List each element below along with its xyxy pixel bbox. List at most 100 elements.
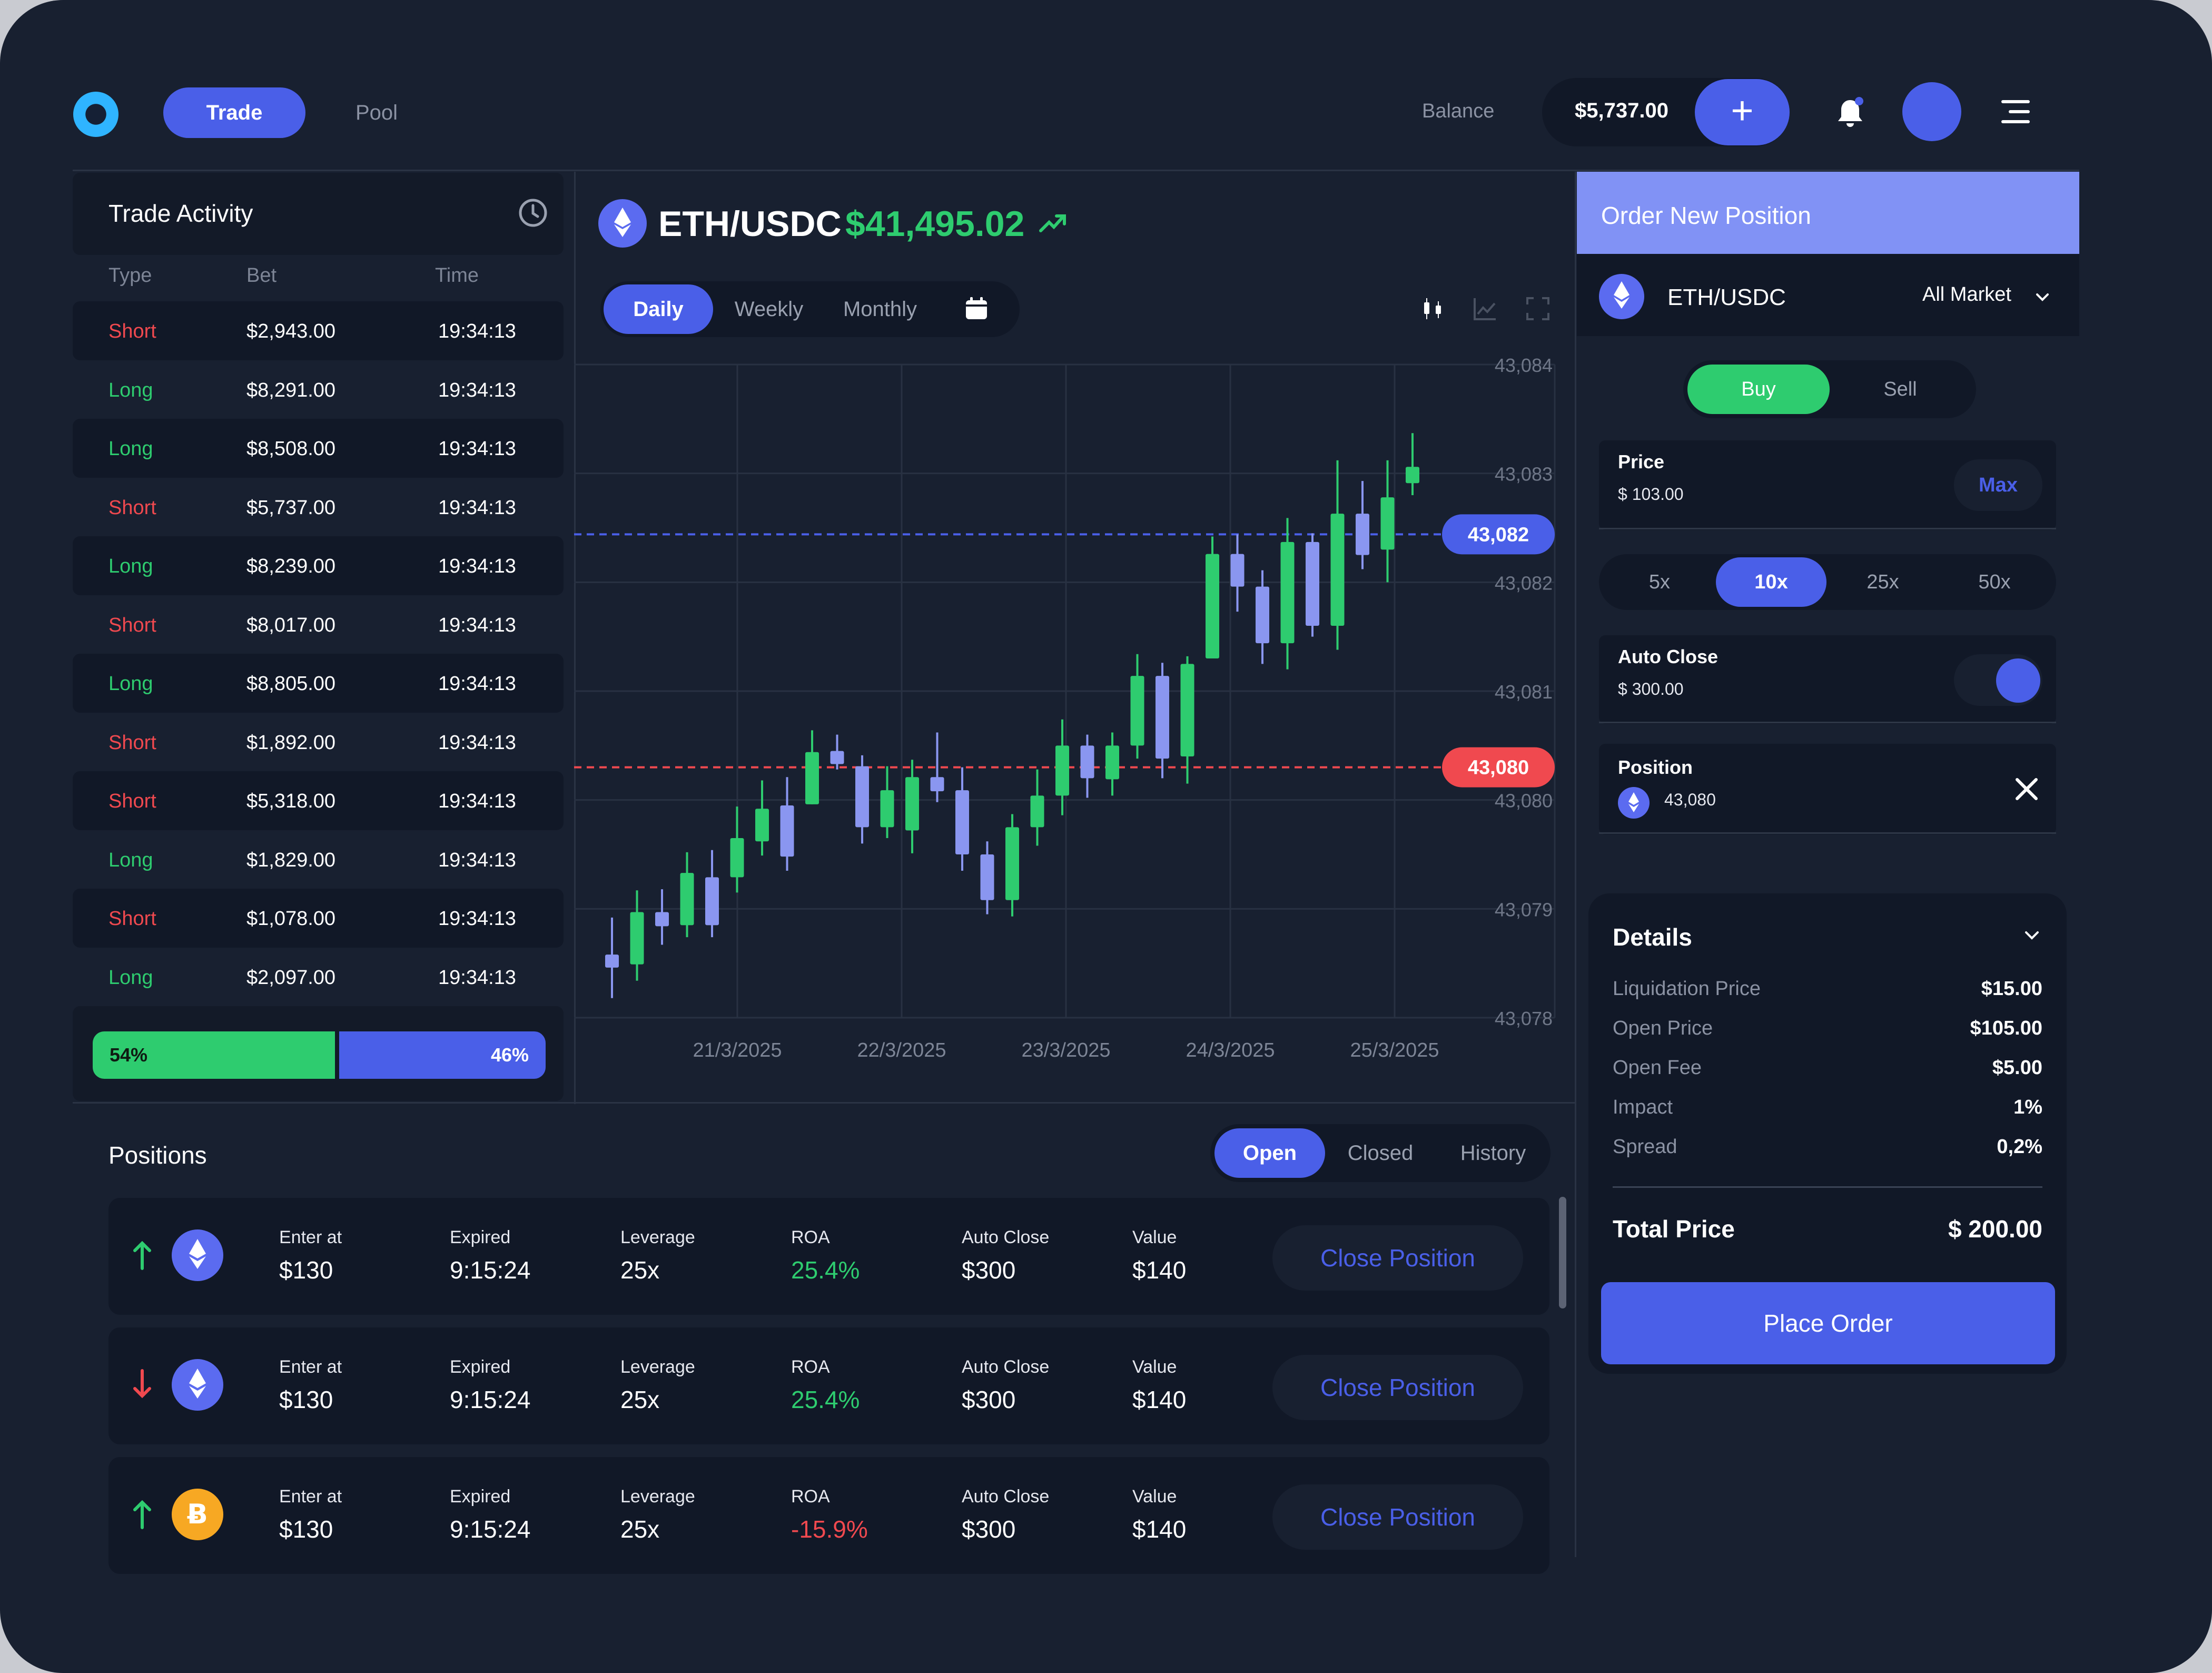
trade-activity-row: Short $8,017.00 19:34:13 <box>73 595 564 654</box>
buy-button[interactable]: Buy <box>1687 365 1830 414</box>
candle <box>1356 481 1369 569</box>
detail-value: $15.00 <box>1981 978 2042 1000</box>
price-marker-label: 43,080 <box>1468 757 1529 779</box>
position-leverage: 25x <box>620 1256 660 1284</box>
x-tick-label: 25/3/2025 <box>1350 1039 1439 1061</box>
trade-activity-row: Long $8,291.00 19:34:13 <box>73 360 564 419</box>
max-button[interactable]: Max <box>1954 459 2042 511</box>
leverage-option-25x[interactable]: 25x <box>1828 557 1938 607</box>
trade-activity-row: Long $8,239.00 19:34:13 <box>73 536 564 595</box>
menu-icon[interactable] <box>2001 100 2030 124</box>
position-field-label: Leverage <box>620 1487 695 1507</box>
ethereum-icon <box>172 1359 223 1411</box>
short-ratio-bar: 46% <box>339 1031 546 1079</box>
line-chart-icon[interactable] <box>1473 296 1498 321</box>
add-funds-button[interactable]: + <box>1695 79 1790 145</box>
trend-up-icon <box>1039 214 1066 232</box>
position-row: Enter at $130 Expired 9:15:24 Leverage 25x ROA… <box>108 1327 1549 1444</box>
position-field-label: Leverage <box>620 1227 695 1247</box>
trade-activity-row: Short $1,078.00 19:34:13 <box>73 889 564 948</box>
position-expired: 9:15:24 <box>450 1256 531 1284</box>
column-header-type: Type <box>108 264 152 287</box>
trade-type: Long <box>108 849 153 871</box>
position-value: 43,080 <box>1664 790 1716 809</box>
price-value[interactable]: $ 103.00 <box>1618 485 1684 504</box>
trade-time: 19:34:13 <box>438 379 516 401</box>
tab-daily[interactable]: Daily <box>604 284 713 334</box>
tab-closed[interactable]: Closed <box>1336 1128 1425 1178</box>
position-field-label: Auto Close <box>962 1227 1050 1247</box>
bell-icon[interactable] <box>1832 95 1869 132</box>
y-tick-label: 43,078 <box>1495 1008 1553 1029</box>
detail-value: 0,2% <box>1997 1136 2042 1158</box>
x-tick-label: 23/3/2025 <box>1021 1039 1110 1061</box>
auto-close-value: $ 300.00 <box>1618 680 1684 698</box>
trade-time: 19:34:13 <box>438 849 516 871</box>
candle <box>1380 460 1395 583</box>
trade-type: Short <box>108 496 156 519</box>
app-window: Trade Pool Balance $5,737.00 + Trade Act… <box>0 0 2212 1673</box>
app-logo[interactable] <box>73 92 118 137</box>
trade-activity-row: Long $8,508.00 19:34:13 <box>73 419 564 478</box>
positions-scrollbar[interactable] <box>1559 1197 1566 1308</box>
tab-weekly[interactable]: Weekly <box>723 284 815 334</box>
balance-value: $5,737.00 <box>1575 99 1668 122</box>
candle <box>1030 769 1044 846</box>
candle <box>1180 656 1194 784</box>
trade-activity-row: Short $1,892.00 19:34:13 <box>73 713 564 772</box>
chart-grid <box>574 363 1556 1019</box>
short-ratio-label: 46% <box>490 1044 529 1066</box>
order-panel-title: Order New Position <box>1601 202 1811 229</box>
trade-type: Long <box>108 555 153 577</box>
detail-label: Liquidation Price <box>1613 978 1761 1000</box>
nav-tab-trade[interactable]: Trade <box>163 87 305 138</box>
balance-label: Balance <box>1422 100 1495 122</box>
trade-bet: $1,892.00 <box>246 731 336 754</box>
y-tick-label: 43,081 <box>1495 681 1553 703</box>
candle <box>630 890 644 981</box>
leverage-option-5x[interactable]: 5x <box>1604 557 1715 607</box>
close-position-button[interactable]: Close Position <box>1272 1225 1523 1291</box>
position-row: Enter at $130 Expired 9:15:24 Leverage 25x ROA… <box>108 1198 1549 1315</box>
position-field-label: Expired <box>450 1227 511 1247</box>
sell-button[interactable]: Sell <box>1830 365 1971 414</box>
leverage-option-10x[interactable]: 10x <box>1716 557 1826 607</box>
candle <box>1330 460 1345 650</box>
calendar-icon[interactable] <box>964 296 989 321</box>
close-position-button[interactable]: Close Position <box>1272 1484 1523 1550</box>
position-auto-close: $300 <box>962 1256 1016 1284</box>
close-position-button[interactable]: Close Position <box>1272 1355 1523 1420</box>
toggle-knob[interactable] <box>1996 658 2040 703</box>
avatar[interactable] <box>1902 82 1961 141</box>
price-chart[interactable]: 43,084 43,083 43,082 43,081 43,080 43,079 43,0… <box>574 348 1559 1075</box>
position-label: Position <box>1618 756 1693 778</box>
clock-icon[interactable] <box>517 197 549 229</box>
chevron-down-icon[interactable] <box>2021 925 2042 946</box>
panel-divider <box>1575 172 1576 1557</box>
column-header-time: Time <box>435 264 479 287</box>
tab-open[interactable]: Open <box>1214 1128 1325 1178</box>
position-roa: -15.9% <box>791 1515 868 1543</box>
chevron-down-icon[interactable] <box>2033 288 2052 307</box>
candlestick-icon[interactable] <box>1420 296 1445 321</box>
position-field-label: ROA <box>791 1487 830 1507</box>
column-header-bet: Bet <box>246 264 277 287</box>
market-select[interactable]: All Market <box>1922 283 2011 306</box>
position-expired: 9:15:24 <box>450 1515 531 1543</box>
tab-monthly[interactable]: Monthly <box>830 284 930 334</box>
position-row: Ƀ Enter at $130 Expired 9:15:24 Leverage 25x RO… <box>108 1457 1549 1574</box>
tab-history[interactable]: History <box>1443 1128 1543 1178</box>
leverage-option-50x[interactable]: 50x <box>1939 557 2050 607</box>
expand-icon[interactable] <box>1525 296 1551 321</box>
position-field-label: ROA <box>791 1227 830 1247</box>
position-field-label: Expired <box>450 1487 511 1507</box>
position-expired: 9:15:24 <box>450 1386 531 1413</box>
trade-time: 19:34:13 <box>438 496 516 519</box>
trade-bet: $1,078.00 <box>246 908 336 930</box>
nav-tab-pool[interactable]: Pool <box>337 87 416 138</box>
candle <box>955 767 969 871</box>
place-order-button[interactable]: Place Order <box>1601 1282 2055 1364</box>
close-icon[interactable] <box>2012 774 2041 804</box>
trade-activity-row: Short $5,318.00 19:34:13 <box>73 771 564 830</box>
y-tick-label: 43,084 <box>1495 355 1553 376</box>
